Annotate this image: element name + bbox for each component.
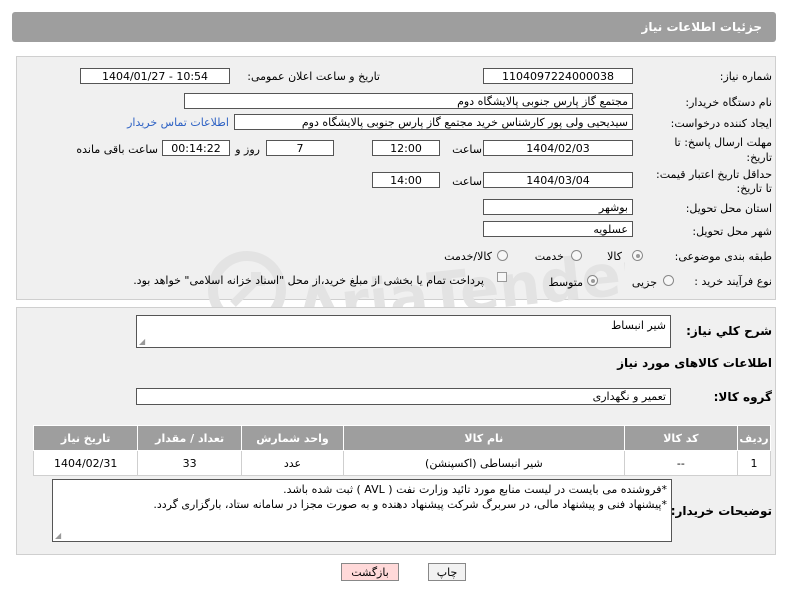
- col-row-number: ردیف: [737, 425, 771, 451]
- price-validity-time-label: ساعت: [452, 175, 482, 188]
- page-header: جزئیات اطلاعات نیاز: [12, 12, 776, 42]
- delivery-province-label: استان محل تحویل:: [685, 202, 772, 215]
- goods-table-header: ردیف کد کالا نام کالا واحد شمارش تعداد /…: [32, 425, 771, 451]
- need-number-label: شماره نیاز:: [719, 70, 772, 83]
- category-option-goods: کالا: [607, 250, 622, 263]
- goods-group-field: تعمیر و نگهداری: [136, 388, 671, 405]
- price-validity-label-date: تا تاریخ:: [736, 182, 772, 195]
- price-validity-time-field: 14:00: [372, 172, 440, 188]
- remaining-time-field: 00:14:22: [162, 140, 230, 156]
- goods-group-label: گروه کالا:: [713, 390, 772, 404]
- need-number-field: 1104097224000038: [483, 68, 633, 84]
- cell-quantity: 33: [137, 450, 242, 476]
- buyer-notes-line-2: *پیشنهاد فنی و پیشنهاد مالی، در سربرگ شر…: [153, 498, 667, 511]
- cell-unit: عدد: [241, 450, 344, 476]
- delivery-city-label: شهر محل تحویل:: [692, 225, 772, 238]
- print-button[interactable]: چاپ: [428, 563, 466, 581]
- buyer-org-label: نام دستگاه خریدار:: [685, 96, 772, 109]
- deadline-time-field: 12:00: [372, 140, 440, 156]
- treasury-payment-checkbox[interactable]: [497, 272, 507, 282]
- category-label: طبقه بندی موضوعی:: [674, 250, 772, 263]
- col-need-date: تاریخ نیاز: [32, 425, 139, 451]
- page-title: جزئیات اطلاعات نیاز: [641, 20, 762, 34]
- deadline-label-date: تاریخ:: [746, 151, 772, 164]
- requester-field: سیدیحیی ولی پور کارشناس خرید مجتمع گاز پ…: [234, 114, 633, 130]
- delivery-city-field: عسلویه: [483, 221, 633, 237]
- buyer-notes-line-1: *فروشنده می بایست در لیست منابع مورد تائ…: [283, 483, 667, 496]
- cell-goods-name: شیر انبساطی (اکسپنشن): [342, 450, 625, 476]
- announce-datetime-label: تاریخ و ساعت اعلان عمومی:: [247, 70, 380, 83]
- process-radio-minor[interactable]: [663, 275, 674, 286]
- cell-row-number: 1: [737, 450, 771, 476]
- category-radio-service[interactable]: [571, 250, 582, 261]
- col-goods-code: کد کالا: [623, 425, 739, 451]
- category-radio-goods[interactable]: [632, 250, 643, 261]
- days-remaining-field: 7: [266, 140, 334, 156]
- resize-grip-icon[interactable]: ◢: [55, 532, 61, 540]
- description-label: شرح كلي نياز:: [686, 324, 772, 338]
- goods-section-title: اطلاعات کالاهای مورد نیاز: [617, 356, 772, 370]
- delivery-province-field: بوشهر: [483, 199, 633, 215]
- requester-label: ایجاد کننده درخواست:: [670, 117, 772, 130]
- cell-need-date: 1404/02/31: [32, 450, 139, 476]
- category-option-service: خدمت: [534, 250, 564, 263]
- col-goods-name: نام کالا: [342, 425, 625, 451]
- category-option-goods-service: کالا/خدمت: [444, 250, 492, 263]
- col-quantity: تعداد / مقدار: [137, 425, 242, 451]
- deadline-label: مهلت ارسال پاسخ: تا: [674, 136, 772, 149]
- remaining-time-label: ساعت باقی مانده: [76, 143, 158, 156]
- purchase-process-label: نوع فرآیند خرید :: [694, 275, 772, 288]
- description-text: شیر انبساط: [611, 319, 666, 332]
- price-validity-date-field: 1404/03/04: [483, 172, 633, 188]
- days-label: روز و: [235, 143, 260, 156]
- process-option-medium: متوسط: [548, 276, 583, 289]
- treasury-payment-note: پرداخت تمام یا بخشی از مبلغ خرید،از محل …: [133, 274, 484, 287]
- col-unit: واحد شمارش: [241, 425, 344, 451]
- category-radio-goods-service[interactable]: [497, 250, 508, 261]
- buyer-contact-link[interactable]: اطلاعات تماس خریدار: [127, 116, 229, 129]
- process-radio-medium[interactable]: [587, 275, 598, 286]
- price-validity-label: حداقل تاریخ اعتبار قیمت:: [656, 168, 772, 181]
- buyer-org-field: مجتمع گاز پارس جنوبی پالایشگاه دوم: [184, 93, 633, 109]
- description-textarea[interactable]: شیر انبساط ◢: [136, 315, 671, 348]
- goods-table: ردیف کد کالا نام کالا واحد شمارش تعداد /…: [32, 425, 771, 476]
- announce-datetime-field: 1404/01/27 - 10:54: [80, 68, 230, 84]
- buyer-notes-label: توضیحات خریدار:: [670, 504, 772, 518]
- process-option-minor: جزیی: [631, 276, 657, 289]
- resize-grip-icon[interactable]: ◢: [139, 338, 145, 346]
- back-button[interactable]: بازگشت: [341, 563, 399, 581]
- deadline-date-field: 1404/02/03: [483, 140, 633, 156]
- cell-goods-code: --: [623, 450, 739, 476]
- buyer-notes-textarea[interactable]: *فروشنده می بایست در لیست منابع مورد تائ…: [52, 479, 672, 542]
- table-row: 1 -- شیر انبساطی (اکسپنشن) عدد 33 1404/0…: [32, 450, 771, 476]
- deadline-time-label: ساعت: [452, 143, 482, 156]
